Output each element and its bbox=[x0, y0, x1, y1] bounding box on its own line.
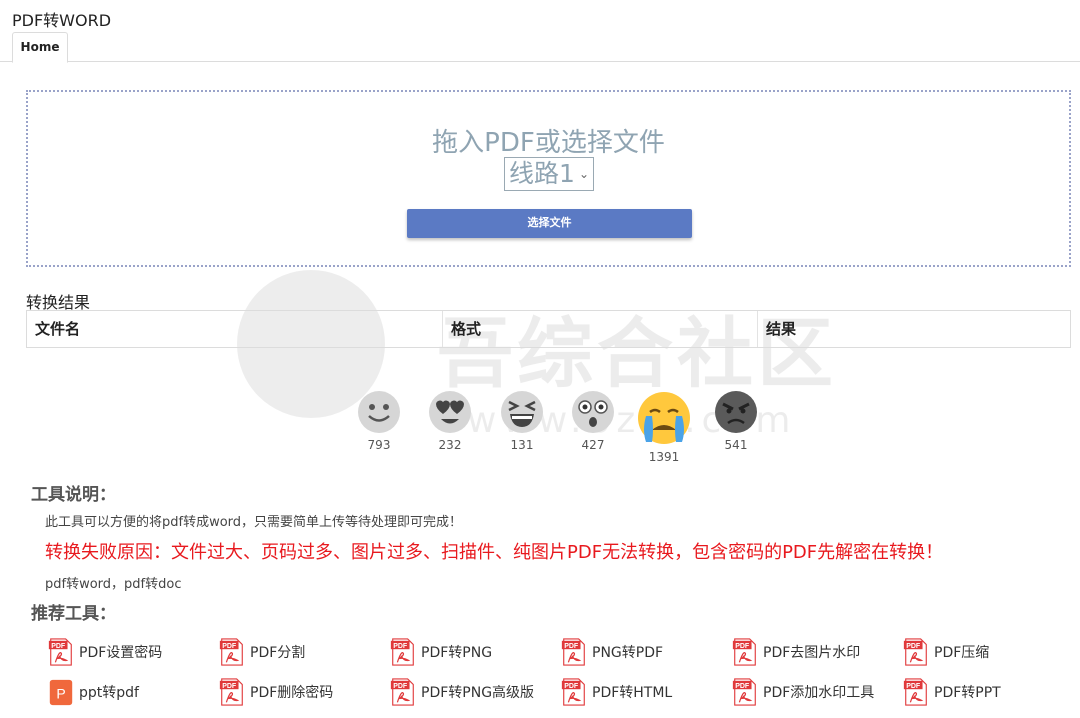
svg-text:PDF: PDF bbox=[735, 643, 750, 650]
smile-face-icon bbox=[358, 391, 400, 433]
pdf-file-icon: PDF bbox=[903, 638, 927, 666]
reaction-grinning-squint[interactable]: 131 bbox=[492, 390, 552, 452]
recommended-tool-label: PDF分割 bbox=[250, 645, 306, 661]
recommended-tool-label: PNG转PDF bbox=[592, 645, 664, 661]
reaction-count: 232 bbox=[438, 438, 462, 452]
grinning-squint-face-icon bbox=[501, 391, 543, 433]
tool-description: 此工具可以方便的将pdf转成word，只需要简单上传等待处理即可完成！ bbox=[45, 515, 463, 530]
recommended-tool-link[interactable]: PDF PDF设置密码 bbox=[48, 637, 162, 667]
svg-text:PDF: PDF bbox=[564, 683, 579, 690]
column-header-format: 格式 bbox=[451, 320, 482, 338]
recommended-tool-label: PDF压缩 bbox=[934, 645, 990, 661]
recommended-tool-link[interactable]: PDF PDF分割 bbox=[219, 637, 305, 667]
route-select-value: 线路1 bbox=[509, 159, 575, 188]
recommended-tool-link[interactable]: PDF PNG转PDF bbox=[561, 637, 663, 667]
route-select[interactable]: 线路1 ⌄ bbox=[504, 157, 594, 191]
recommended-tool-link[interactable]: PDF PDF压缩 bbox=[903, 637, 989, 667]
svg-text:PDF: PDF bbox=[51, 643, 66, 650]
recommended-tool-label: PDF转PNG高级版 bbox=[421, 685, 535, 701]
recommended-tool-label: PDF删除密码 bbox=[250, 685, 334, 701]
reaction-angry[interactable]: 541 bbox=[706, 390, 766, 452]
pdf-file-icon: PDF bbox=[732, 638, 756, 666]
ppt-file-icon: P bbox=[49, 679, 73, 706]
recommended-tool-link[interactable]: PDF PDF转PNG高级版 bbox=[390, 677, 534, 707]
column-header-result: 结果 bbox=[766, 320, 797, 338]
svg-text:PDF: PDF bbox=[564, 643, 579, 650]
recommended-tool-link[interactable]: PDF PDF删除密码 bbox=[219, 677, 333, 707]
recommended-tool-label: ppt转pdf bbox=[79, 685, 139, 701]
recommended-tool-link[interactable]: PDF PDF转HTML bbox=[561, 677, 672, 707]
pdf-file-icon: PDF bbox=[903, 678, 927, 706]
angry-face-icon bbox=[715, 391, 757, 433]
recommended-tool-link[interactable]: Pppt转pdf bbox=[48, 677, 139, 707]
svg-text:P: P bbox=[56, 686, 65, 702]
reaction-astonished[interactable]: 427 bbox=[563, 390, 623, 452]
svg-text:PDF: PDF bbox=[906, 683, 921, 690]
svg-text:PDF: PDF bbox=[222, 683, 237, 690]
recommended-tool-link[interactable]: PDF PDF转PPT bbox=[903, 677, 1001, 707]
recommended-tool-label: PDF转HTML bbox=[592, 685, 673, 701]
reaction-count: 131 bbox=[510, 438, 534, 452]
results-table: 文件名 格式 结果 bbox=[26, 310, 1071, 348]
upload-dropzone[interactable]: 拖入PDF或选择文件 线路1 ⌄ 选择文件 bbox=[26, 90, 1071, 267]
pdf-file-icon: PDF bbox=[732, 678, 756, 706]
svg-text:PDF: PDF bbox=[222, 643, 237, 650]
reaction-heart-eyes[interactable]: 232 bbox=[420, 390, 480, 452]
recommended-tool-link[interactable]: PDF PDF转PNG bbox=[390, 637, 492, 667]
svg-text:PDF: PDF bbox=[393, 683, 408, 690]
svg-text:PDF: PDF bbox=[735, 683, 750, 690]
failure-warning: 转换失败原因：文件过大、页码过多、图片过多、扫描件、纯图片PDF无法转换，包含密… bbox=[45, 542, 944, 563]
recommended-tool-label: PDF去图片水印 bbox=[763, 645, 861, 661]
pdf-file-icon: PDF bbox=[219, 678, 243, 706]
heart-eyes-face-icon bbox=[429, 391, 471, 433]
recommend-heading: 推荐工具： bbox=[31, 604, 116, 624]
app-title: PDF转WORD bbox=[12, 11, 112, 30]
tab-bar: Home bbox=[0, 32, 1080, 63]
recommended-tool-label: PDF转PNG bbox=[421, 645, 493, 661]
reaction-crying[interactable]: 1391 bbox=[634, 390, 694, 464]
choose-file-button[interactable]: 选择文件 bbox=[407, 209, 692, 238]
reaction-count: 541 bbox=[724, 438, 748, 452]
tab-home[interactable]: Home bbox=[12, 32, 68, 63]
reaction-count: 1391 bbox=[648, 450, 680, 464]
recommended-tool-label: PDF转PPT bbox=[934, 685, 1001, 701]
dropzone-prompt: 拖入PDF或选择文件 bbox=[432, 128, 665, 158]
tool-keywords: pdf转word，pdf转doc bbox=[45, 577, 182, 592]
pdf-file-icon: PDF bbox=[390, 638, 414, 666]
svg-text:PDF: PDF bbox=[393, 643, 408, 650]
pdf-file-icon: PDF bbox=[390, 678, 414, 706]
recommended-tool-link[interactable]: PDF PDF去图片水印 bbox=[732, 637, 860, 667]
reaction-smile[interactable]: 793 bbox=[349, 390, 409, 452]
chevron-down-icon: ⌄ bbox=[578, 167, 589, 181]
svg-text:PDF: PDF bbox=[906, 643, 921, 650]
recommended-tool-label: PDF设置密码 bbox=[79, 645, 163, 661]
astonished-face-icon bbox=[572, 391, 614, 433]
recommended-tool-label: PDF添加水印工具 bbox=[763, 685, 875, 701]
pdf-file-icon: PDF bbox=[48, 638, 72, 666]
pdf-file-icon: PDF bbox=[219, 638, 243, 666]
reaction-count: 427 bbox=[581, 438, 605, 452]
pdf-file-icon: PDF bbox=[561, 678, 585, 706]
column-header-filename: 文件名 bbox=[35, 320, 81, 338]
reaction-count: 793 bbox=[367, 438, 391, 452]
recommended-tool-link[interactable]: PDF PDF添加水印工具 bbox=[732, 677, 874, 707]
crying-face-icon bbox=[638, 392, 690, 444]
pdf-file-icon: PDF bbox=[561, 638, 585, 666]
tool-info-heading: 工具说明： bbox=[31, 485, 116, 505]
